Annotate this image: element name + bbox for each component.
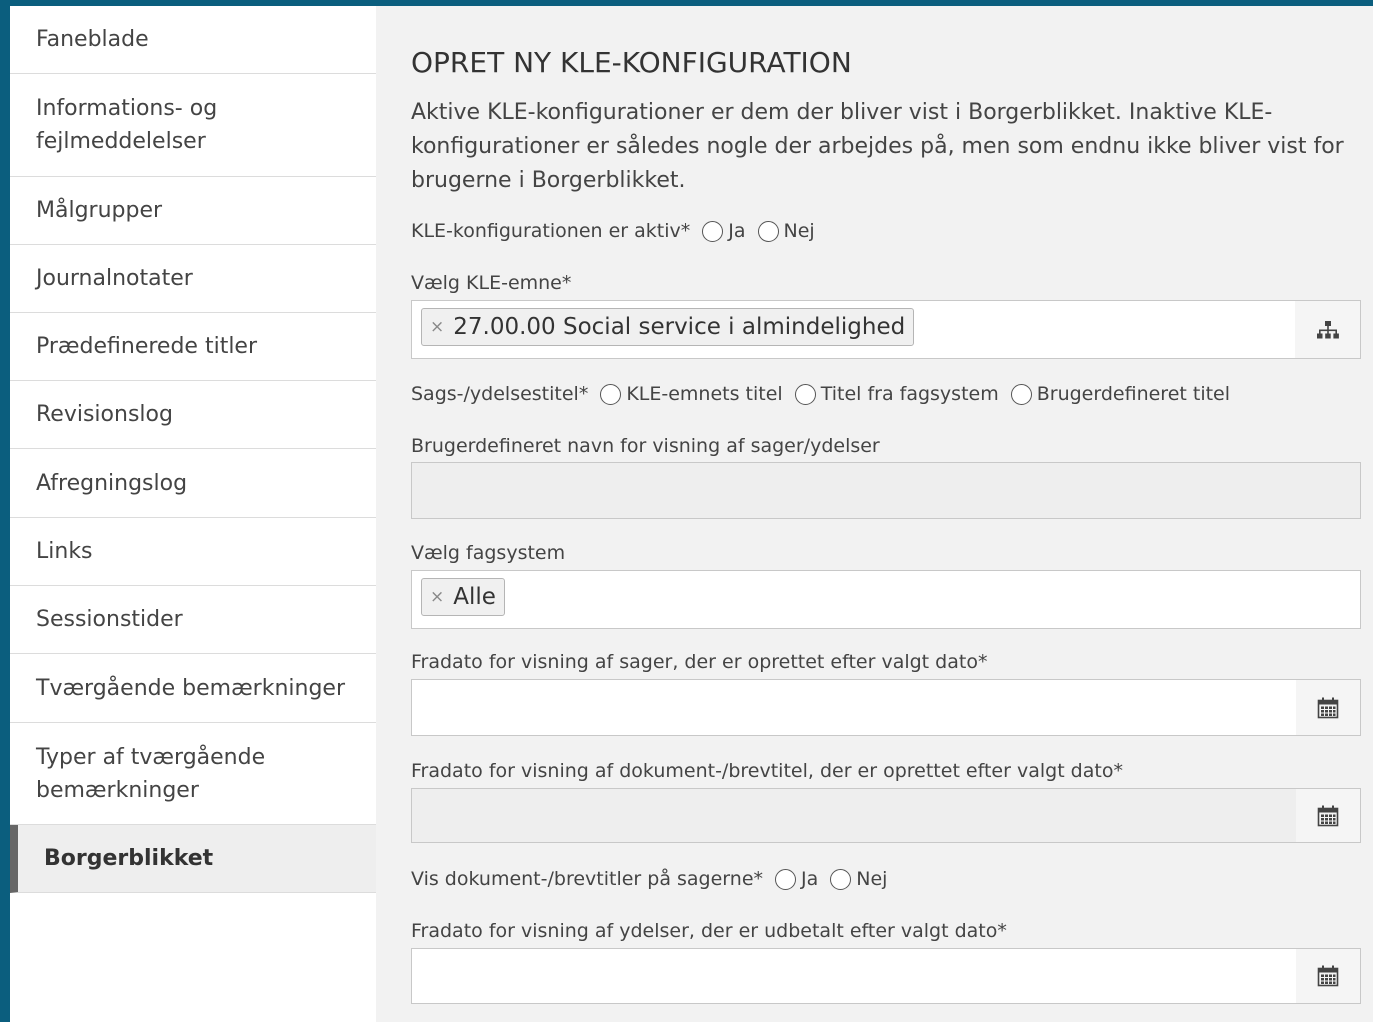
case-title-kle-radio[interactable]: [600, 383, 622, 405]
sidebar-item-typer-af-tvaergaende-bemaerkninger[interactable]: Typer af tværgående bemærkninger: [10, 723, 376, 825]
sidebar-item-label: Sessionstider: [36, 607, 183, 632]
sidebar-item-label: Prædefinerede titler: [36, 334, 258, 359]
custom-name-input[interactable]: [411, 462, 1361, 519]
show-doc-titles-yes-radio[interactable]: [775, 868, 797, 890]
from-date-payments-label: Fradato for visning af ydelser, der er u…: [411, 920, 1007, 942]
kle-subject-label: Vælg KLE-emne*: [411, 272, 572, 294]
show-doc-titles-radio-group: Vis dokument-/brevtitler på sagerne* Ja …: [411, 868, 887, 890]
active-no-label: Nej: [783, 220, 815, 242]
sidebar-item-informations-og-fejlmeddelelser[interactable]: Informations- og fejlmeddelelser: [10, 74, 376, 177]
from-date-cases-input[interactable]: [411, 679, 1297, 736]
show-doc-titles-no-label: Nej: [856, 868, 888, 890]
sidebar-item-label: Links: [36, 539, 93, 564]
case-title-kle-label: KLE-emnets titel: [626, 383, 783, 405]
sidebar-item-label: Informations- og fejlmeddelelser: [36, 96, 218, 154]
case-title-system-radio[interactable]: [794, 383, 816, 405]
kle-subject-tag-label: 27.00.00 Social service i almindelighed: [453, 314, 906, 340]
calendar-icon: [1317, 805, 1339, 826]
intro-text: Aktive KLE-konfigurationer er dem der bl…: [411, 100, 1344, 193]
sidebar-item-links[interactable]: Links: [10, 518, 376, 586]
active-yes-label: Ja: [728, 220, 746, 242]
sidebar-item-label: Faneblade: [36, 27, 149, 52]
active-radio-group: KLE-konfigurationen er aktiv* Ja Nej: [411, 220, 815, 242]
sidebar-item-sessionstider[interactable]: Sessionstider: [10, 586, 376, 654]
case-title-radio-group: Sags-/ydelsestitel* KLE-emnets titel Tit…: [411, 383, 1230, 405]
sidebar-item-journalnotater[interactable]: Journalnotater: [10, 245, 376, 313]
from-date-docs-label: Fradato for visning af dokument-/brevtit…: [411, 760, 1123, 782]
from-date-payments-calendar-button[interactable]: [1296, 948, 1361, 1004]
system-tag-label: Alle: [453, 584, 496, 610]
show-doc-titles-label: Vis dokument-/brevtitler på sagerne*: [411, 868, 764, 890]
case-title-custom-label: Brugerdefineret titel: [1036, 383, 1231, 405]
sidebar: Faneblade Informations- og fejlmeddelels…: [10, 6, 376, 1022]
remove-tag-icon[interactable]: ×: [430, 317, 444, 337]
sidebar-item-revisionslog[interactable]: Revisionslog: [10, 381, 376, 449]
sidebar-item-label: Revisionslog: [36, 402, 173, 427]
system-tag: × Alle: [421, 578, 505, 616]
main-content: OPRET NY KLE-KONFIGURATION Aktive KLE-ko…: [376, 6, 1373, 1022]
calendar-icon: [1317, 697, 1339, 718]
from-date-cases-label: Fradato for visning af sager, der er opr…: [411, 651, 988, 673]
calendar-icon: [1317, 965, 1339, 987]
show-doc-titles-no-radio[interactable]: [830, 868, 852, 890]
from-date-docs-input[interactable]: [411, 788, 1297, 843]
from-date-docs-calendar-button[interactable]: [1296, 788, 1361, 843]
sidebar-item-label: Borgerblikket: [44, 846, 214, 871]
sidebar-item-afregningslog[interactable]: Afregningslog: [10, 449, 376, 518]
sidebar-item-label: Tværgående bemærkninger: [36, 675, 345, 701]
sidebar-item-label: Typer af tværgående bemærkninger: [36, 744, 266, 803]
active-yes-radio[interactable]: [702, 220, 724, 242]
sidebar-item-praedefinerede-titler[interactable]: Prædefinerede titler: [10, 313, 376, 381]
custom-name-label: Brugerdefineret navn for visning af sage…: [411, 435, 880, 457]
sidebar-item-malgrupper[interactable]: Målgrupper: [10, 177, 376, 245]
from-date-cases-calendar-button[interactable]: [1296, 679, 1361, 736]
case-title-custom-radio[interactable]: [1010, 383, 1032, 405]
page-title: OPRET NY KLE-KONFIGURATION: [411, 46, 852, 79]
app-frame: Faneblade Informations- og fejlmeddelels…: [10, 6, 1373, 1022]
kle-subject-select[interactable]: × 27.00.00 Social service i almindelighe…: [411, 300, 1296, 359]
hierarchy-icon: [1316, 320, 1339, 338]
sidebar-item-faneblade[interactable]: Faneblade: [10, 6, 376, 74]
active-no-radio[interactable]: [757, 220, 779, 242]
system-select[interactable]: × Alle: [411, 570, 1361, 629]
system-label: Vælg fagsystem: [411, 542, 566, 564]
remove-tag-icon[interactable]: ×: [430, 587, 444, 607]
case-title-label: Sags-/ydelsestitel*: [411, 383, 589, 405]
sidebar-item-borgerblikket[interactable]: Borgerblikket: [10, 825, 376, 893]
show-doc-titles-yes-label: Ja: [801, 868, 819, 890]
kle-tree-button[interactable]: [1295, 300, 1361, 359]
case-title-system-label: Titel fra fagsystem: [820, 383, 999, 405]
active-label: KLE-konfigurationen er aktiv*: [411, 220, 691, 242]
sidebar-item-tvaergaende-bemaerkninger[interactable]: Tværgående bemærkninger: [10, 654, 376, 723]
kle-subject-tag: × 27.00.00 Social service i almindelighe…: [421, 308, 915, 346]
sidebar-item-label: Journalnotater: [36, 266, 193, 291]
from-date-payments-input[interactable]: [411, 948, 1297, 1004]
sidebar-item-label: Afregningslog: [36, 470, 188, 496]
sidebar-item-label: Målgrupper: [36, 198, 163, 223]
